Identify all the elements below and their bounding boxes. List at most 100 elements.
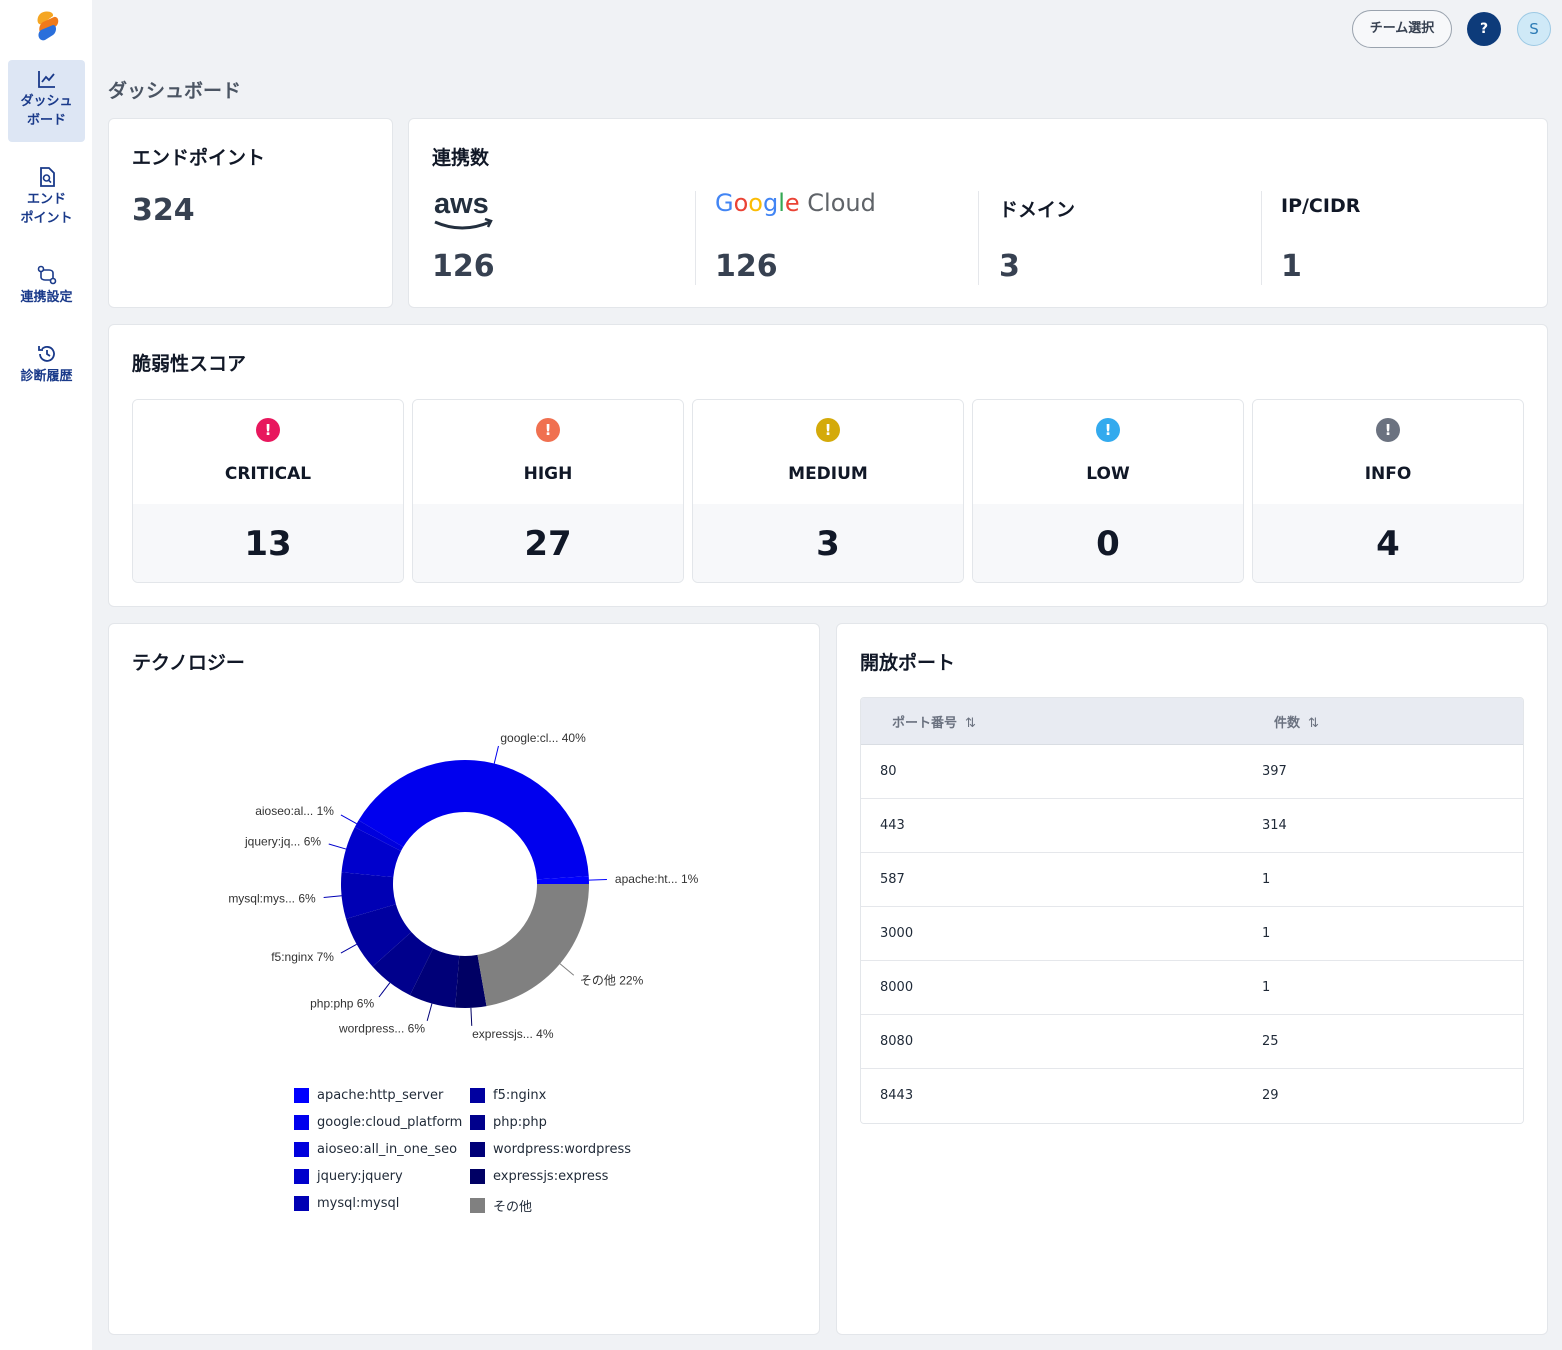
- count-cell: 397: [1262, 764, 1287, 779]
- legend-item[interactable]: aioseo:all_in_one_seo: [294, 1142, 457, 1162]
- chart-line-icon: [37, 71, 55, 88]
- endpoints-title: エンドポイント: [132, 147, 266, 169]
- alert-info-icon: !: [1376, 418, 1400, 442]
- port-cell: 80: [880, 764, 897, 779]
- sidebar: ダッシュ ボード エンド ポイント 連携設定 診断履歴: [0, 0, 92, 1350]
- vuln-medium-count: 3: [816, 524, 840, 564]
- vuln-info-label: INFO: [1364, 464, 1412, 484]
- table-row: 80 397: [861, 745, 1523, 799]
- legend-label: google:cloud_platform: [317, 1115, 463, 1130]
- integration-google-cloud: Google Cloud 126: [715, 189, 965, 285]
- sort-icon: ⇅: [965, 716, 976, 731]
- technology-card: テクノロジー apache:ht... 1% google:cl... 40% ai…: [108, 623, 820, 1335]
- legend-swatch: [470, 1198, 485, 1213]
- legend-item[interactable]: apache:http_server: [294, 1088, 443, 1108]
- column-header-count-label: 件数: [1274, 716, 1301, 731]
- pie-slice[interactable]: [477, 884, 589, 1007]
- legend-item[interactable]: mysql:mysql: [294, 1196, 399, 1216]
- port-cell: 8443: [880, 1088, 914, 1103]
- legend-label: aioseo:all_in_one_seo: [317, 1142, 458, 1157]
- slice-label: google:cl... 40%: [500, 731, 586, 745]
- vuln-low-box[interactable]: ! LOW 0: [972, 399, 1244, 583]
- vuln-critical-box[interactable]: ! CRITICAL 13: [132, 399, 404, 583]
- sidebar-item-label: 連携設定: [20, 290, 73, 305]
- table-row: 8080 25: [861, 1015, 1523, 1069]
- vuln-info-count: 4: [1376, 524, 1400, 564]
- integration-domain: ドメイン 3: [999, 189, 1249, 285]
- avatar[interactable]: S: [1517, 12, 1551, 46]
- vuln-high-box[interactable]: ! HIGH 27: [412, 399, 684, 583]
- vuln-critical-label: CRITICAL: [224, 464, 312, 484]
- slice-label: その他 22%: [580, 973, 644, 987]
- divider: [695, 191, 696, 285]
- leader-line: [323, 895, 342, 898]
- vuln-high-count: 27: [524, 524, 572, 564]
- legend-swatch: [294, 1115, 309, 1130]
- team-select-button[interactable]: チーム選択: [1352, 10, 1452, 48]
- count-cell: 25: [1262, 1034, 1279, 1049]
- integration-ip-cidr: IP/CIDR 1: [1281, 189, 1531, 285]
- endpoints-card: エンドポイント 324: [108, 118, 393, 308]
- legend-swatch: [470, 1088, 485, 1103]
- legend-label: wordpress:wordpress: [493, 1142, 631, 1157]
- app-logo[interactable]: [34, 10, 60, 42]
- count-cell: 1: [1262, 926, 1271, 941]
- slice-label: php:php 6%: [310, 996, 374, 1010]
- vuln-info-box[interactable]: ! INFO 4: [1252, 399, 1524, 583]
- vuln-low-label: LOW: [1086, 464, 1130, 484]
- count-cell: 1: [1262, 872, 1271, 887]
- leader-line: [340, 943, 357, 954]
- table-row: 8000 1: [861, 961, 1523, 1015]
- slice-label: aioseo:al... 1%: [255, 804, 334, 818]
- legend-item[interactable]: f5:nginx: [470, 1088, 546, 1108]
- column-header-count[interactable]: 件数 ⇅: [1274, 712, 1319, 731]
- ports-card: 開放ポート ポート番号 ⇅ 件数 ⇅ 80 397 443 314 587 1 30…: [836, 623, 1548, 1335]
- sidebar-item-dashboard[interactable]: ダッシュ ボード: [8, 60, 85, 142]
- legend-item[interactable]: wordpress:wordpress: [470, 1142, 631, 1162]
- legend-label: mysql:mysql: [317, 1196, 400, 1211]
- vuln-medium-label: MEDIUM: [788, 464, 868, 484]
- port-cell: 8000: [880, 980, 914, 995]
- count-cell: 1: [1262, 980, 1271, 995]
- column-header-port-label: ポート番号: [892, 716, 958, 731]
- table-row: 443 314: [861, 799, 1523, 853]
- sidebar-item-label: エンド ポイント: [20, 192, 73, 226]
- document-search-icon: [39, 167, 55, 187]
- vuln-medium-box[interactable]: ! MEDIUM 3: [692, 399, 964, 583]
- sidebar-item-history[interactable]: 診断履歴: [8, 335, 85, 417]
- table-row: 3000 1: [861, 907, 1523, 961]
- slice-label: jquery:jq... 6%: [244, 835, 321, 849]
- legend-item[interactable]: jquery:jquery: [294, 1169, 403, 1189]
- alert-critical-icon: !: [256, 418, 280, 442]
- port-cell: 443: [880, 818, 905, 833]
- leader-line: [470, 1007, 473, 1026]
- divider: [1261, 191, 1262, 285]
- aws-logo: aws: [434, 189, 493, 230]
- history-icon: [37, 346, 55, 362]
- legend-swatch: [294, 1088, 309, 1103]
- legend-item[interactable]: php:php: [470, 1115, 547, 1135]
- legend-item[interactable]: google:cloud_platform: [294, 1115, 462, 1135]
- legend-item[interactable]: その他: [470, 1196, 532, 1216]
- sidebar-item-endpoints[interactable]: エンド ポイント: [8, 158, 85, 240]
- sidebar-item-integrations[interactable]: 連携設定: [8, 256, 85, 338]
- divider: [978, 191, 979, 285]
- integrations-card: 連携数 aws 126 Google Cloud 126 ドメイン 3 IP/C…: [408, 118, 1548, 308]
- column-header-port[interactable]: ポート番号 ⇅: [892, 712, 976, 731]
- endpoints-count: 324: [132, 193, 195, 228]
- legend-swatch: [470, 1115, 485, 1130]
- integration-aws: aws 126: [432, 189, 682, 285]
- count-cell: 29: [1262, 1088, 1279, 1103]
- table-row: 587 1: [861, 853, 1523, 907]
- leader-line: [426, 1003, 433, 1021]
- slice-label: wordpress... 6%: [338, 1022, 425, 1036]
- legend-label: apache:http_server: [317, 1088, 444, 1103]
- sidebar-item-label: ダッシュ ボード: [20, 94, 73, 128]
- integration-aws-count: 126: [432, 249, 495, 284]
- help-button[interactable]: ?: [1467, 12, 1501, 46]
- legend-label: expressjs:express: [493, 1169, 609, 1184]
- vuln-low-count: 0: [1096, 524, 1120, 564]
- legend-item[interactable]: expressjs:express: [470, 1169, 608, 1189]
- slice-label: expressjs... 4%: [472, 1027, 554, 1041]
- sort-icon: ⇅: [1308, 716, 1319, 731]
